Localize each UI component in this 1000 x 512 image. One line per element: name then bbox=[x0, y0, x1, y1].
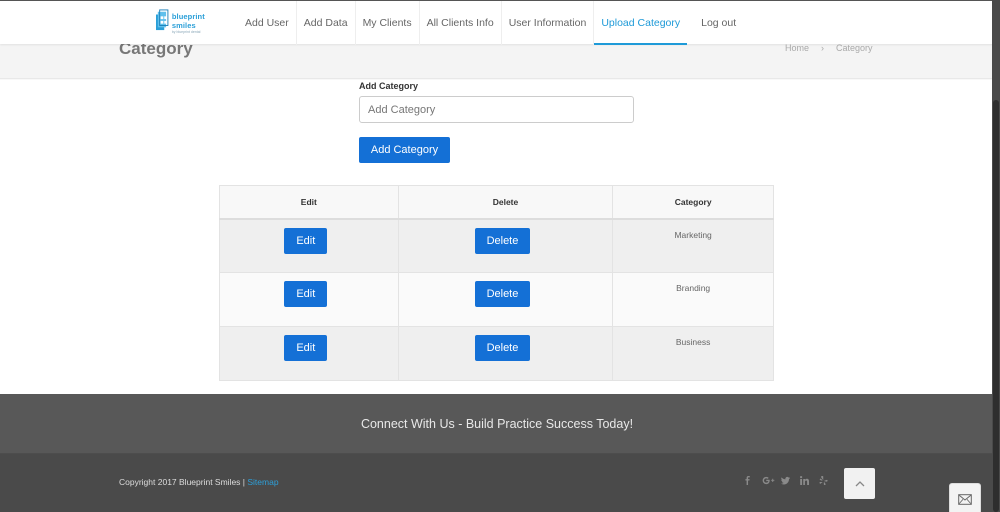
delete-button[interactable]: Delete bbox=[474, 335, 530, 361]
delete-cell: Delete bbox=[397, 218, 614, 273]
table-row: Edit Delete Business bbox=[219, 326, 774, 381]
delete-cell: Delete bbox=[397, 272, 614, 327]
edit-button[interactable]: Edit bbox=[284, 227, 328, 254]
scrollbar-thumb[interactable] bbox=[993, 100, 999, 512]
copyright-text: Copyright 2017 Blueprint Smiles | bbox=[119, 477, 248, 487]
breadcrumb: Home › Category bbox=[785, 43, 873, 53]
title-band: Category Home › Category bbox=[0, 40, 1000, 79]
copyright: Copyright 2017 Blueprint Smiles | Sitema… bbox=[119, 477, 279, 487]
delete-button[interactable]: Delete bbox=[474, 281, 530, 307]
edit-cell: Edit bbox=[219, 272, 399, 327]
logo-name: blueprint smiles bbox=[171, 12, 205, 30]
sitemap-link[interactable]: Sitemap bbox=[247, 477, 278, 487]
delete-button[interactable]: Delete bbox=[474, 227, 530, 254]
header-delete: Delete bbox=[397, 185, 614, 220]
site-header: blueprint smiles by blueprint dental Add… bbox=[0, 0, 1000, 45]
add-category-button[interactable]: Add Category bbox=[359, 137, 450, 163]
linkedin-icon[interactable] bbox=[800, 476, 810, 485]
envelope-icon bbox=[958, 493, 972, 505]
footer-tagline: Connect With Us - Build Practice Success… bbox=[360, 416, 634, 431]
edit-cell: Edit bbox=[219, 326, 399, 381]
table-header-row: Edit Delete Category bbox=[219, 185, 774, 220]
category-table: Edit Delete Category Edit Delete Marketi… bbox=[219, 185, 774, 381]
breadcrumb-home[interactable]: Home bbox=[785, 43, 809, 53]
chevron-up-icon bbox=[855, 481, 864, 487]
nav-add-data[interactable]: Add Data bbox=[295, 1, 355, 45]
nav-upload-category[interactable]: Upload Category bbox=[593, 1, 687, 45]
logo-tagline: by blueprint dental bbox=[171, 30, 201, 34]
footer-bottom: Copyright 2017 Blueprint Smiles | Sitema… bbox=[0, 454, 1000, 512]
logo-mark-icon bbox=[156, 9, 169, 31]
main-nav: Add User Add Data My Clients All Clients… bbox=[238, 1, 743, 45]
breadcrumb-separator: › bbox=[821, 43, 825, 53]
logo[interactable]: blueprint smiles by blueprint dental bbox=[156, 9, 226, 37]
nav-add-user[interactable]: Add User bbox=[238, 1, 296, 45]
scroll-to-top-button[interactable] bbox=[844, 468, 875, 499]
twitter-icon[interactable] bbox=[781, 476, 791, 485]
header-edit: Edit bbox=[219, 185, 399, 220]
edit-button[interactable]: Edit bbox=[284, 335, 328, 361]
delete-cell: Delete bbox=[397, 326, 614, 381]
contact-mail-button[interactable] bbox=[949, 483, 981, 512]
table-row: Edit Delete Branding bbox=[219, 272, 774, 327]
google-plus-icon[interactable] bbox=[762, 476, 775, 485]
header-category: Category bbox=[612, 185, 774, 220]
add-category-label: Add Category bbox=[359, 81, 419, 91]
footer-tagline-band: Connect With Us - Build Practice Success… bbox=[0, 394, 1000, 454]
edit-button[interactable]: Edit bbox=[284, 281, 328, 307]
yelp-icon[interactable] bbox=[819, 476, 829, 485]
nav-user-information[interactable]: User Information bbox=[500, 1, 594, 45]
page-scrollbar[interactable] bbox=[992, 0, 1000, 512]
category-cell: Branding bbox=[612, 272, 774, 327]
add-category-input[interactable] bbox=[359, 96, 634, 123]
category-cell: Business bbox=[612, 326, 774, 381]
edit-cell: Edit bbox=[219, 218, 399, 273]
table-row: Edit Delete Marketing bbox=[219, 218, 774, 273]
facebook-icon[interactable] bbox=[743, 476, 753, 485]
nav-all-clients-info[interactable]: All Clients Info bbox=[418, 1, 501, 45]
main-content: Add Category Add Category Edit Delete Ca… bbox=[0, 80, 1000, 394]
social-links bbox=[743, 476, 829, 485]
category-cell: Marketing bbox=[612, 218, 774, 273]
nav-log-out[interactable]: Log out bbox=[687, 1, 743, 45]
breadcrumb-current: Category bbox=[836, 43, 873, 53]
nav-my-clients[interactable]: My Clients bbox=[354, 1, 419, 45]
